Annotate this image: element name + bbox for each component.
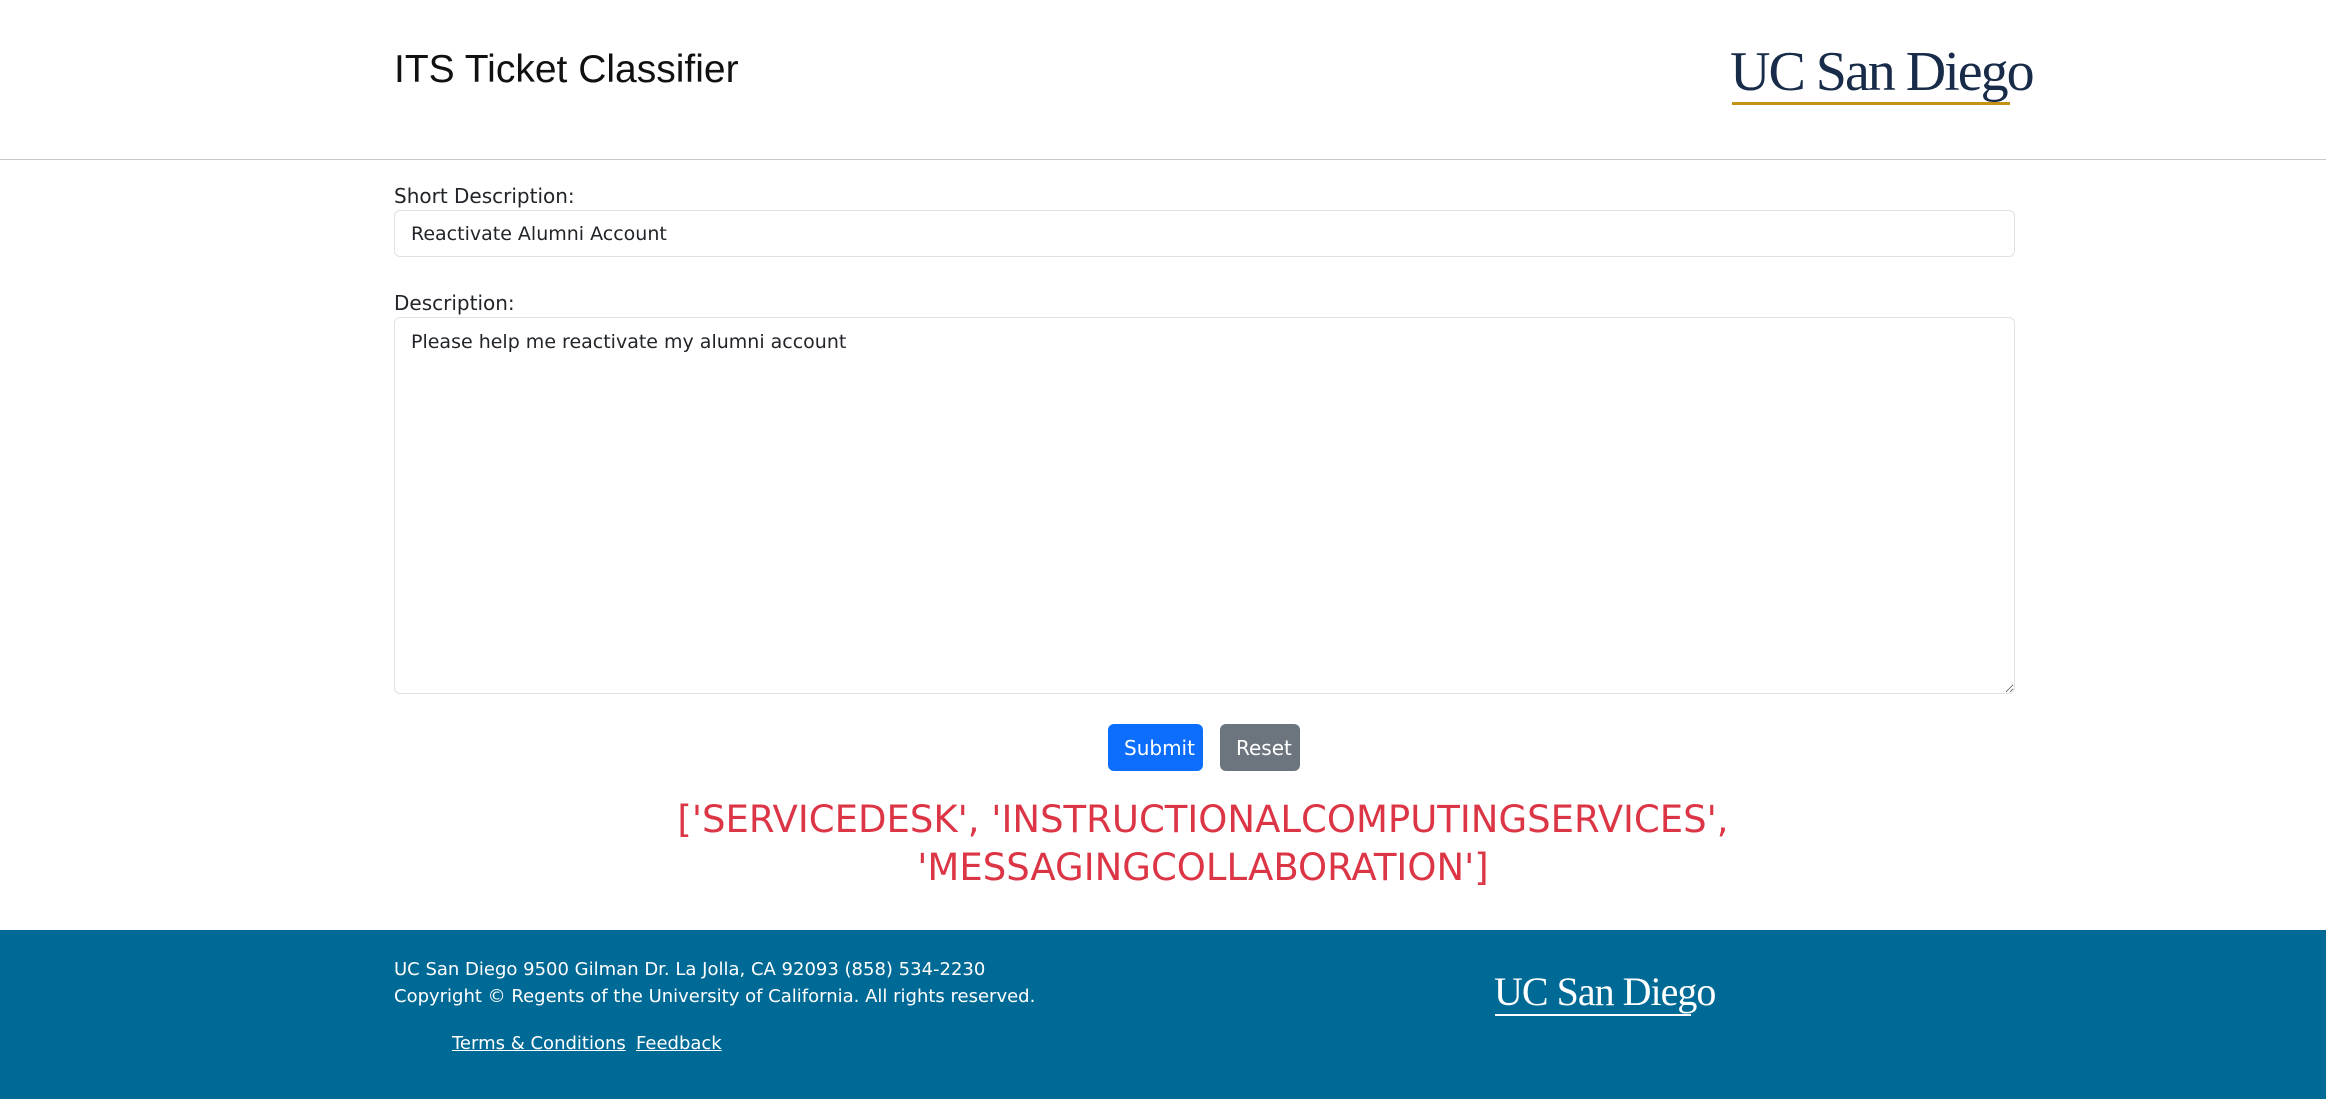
description-textarea[interactable]: Please help me reactivate my alumni acco… (394, 317, 2015, 694)
logo-underline (1732, 102, 2010, 105)
footer-address: UC San Diego 9500 Gilman Dr. La Jolla, C… (394, 959, 986, 980)
short-description-label: Short Description: (394, 184, 575, 208)
page-title: ITS Ticket Classifier (394, 48, 739, 91)
classification-result: ['SERVICEDESK', 'INSTRUCTIONALCOMPUTINGS… (677, 798, 1729, 889)
submit-button[interactable]: Submit (1108, 724, 1203, 771)
description-label: Description: (394, 291, 515, 315)
logo-wordmark: UC San Diego (1730, 41, 2035, 103)
footer-logo-wordmark: UC San Diego (1494, 969, 1716, 1014)
footer-logo-underline (1495, 1014, 1691, 1016)
uc-san-diego-logo[interactable]: UC San Diego (1730, 41, 2035, 106)
footer-copyright: Copyright © Regents of the University of… (394, 986, 1036, 1007)
terms-conditions-link[interactable]: Terms & Conditions (452, 1033, 626, 1054)
page-footer: UC San Diego 9500 Gilman Dr. La Jolla, C… (0, 930, 2326, 1099)
reset-button[interactable]: Reset (1220, 724, 1300, 771)
feedback-link[interactable]: Feedback (636, 1033, 722, 1054)
short-description-input[interactable] (394, 210, 2015, 257)
footer-uc-san-diego-logo[interactable]: UC San Diego (1494, 969, 1716, 1016)
page-header: ITS Ticket Classifier UC San Diego (0, 0, 2326, 160)
